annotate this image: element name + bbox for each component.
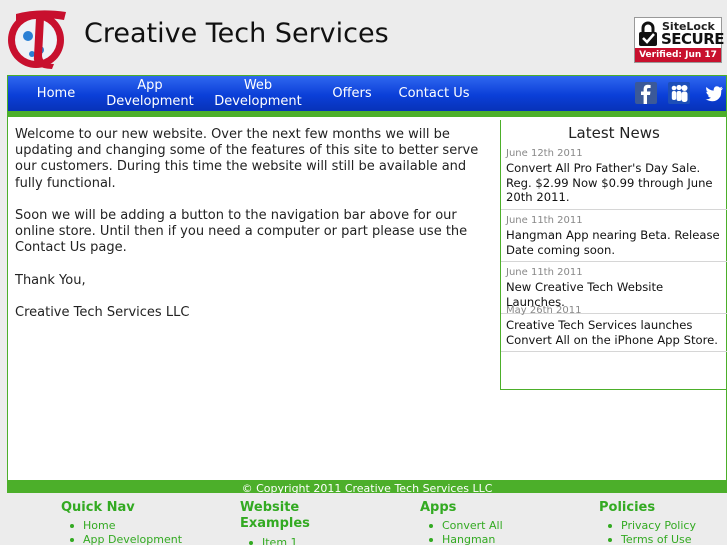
welcome-content: Welcome to our new website. Over the nex… <box>15 127 497 338</box>
news-item: June 12th 2011 Convert All Pro Father's … <box>501 147 727 210</box>
footer-column-website-examples: Website Examples Item 1 <box>240 500 360 545</box>
footer-link-terms-of-use[interactable]: Terms of Use <box>599 533 719 545</box>
nav-home[interactable]: Home <box>20 76 92 111</box>
footer-link-privacy-policy[interactable]: Privacy Policy <box>599 519 719 533</box>
nav-offers-label: Offers <box>332 85 372 101</box>
nav-web-development[interactable]: Web Development <box>208 76 308 111</box>
news-date: May 26th 2011 <box>506 305 582 316</box>
footer-column-title: Quick Nav <box>61 500 135 515</box>
welcome-paragraph: Welcome to our new website. Over the nex… <box>15 127 479 191</box>
footer-column-policies: Policies Privacy Policy Terms of Use <box>599 500 719 545</box>
nav-web-development-label: Web Development <box>214 77 302 109</box>
latest-news-panel: Latest News June 12th 2011 Convert All P… <box>500 120 727 390</box>
nav-home-label: Home <box>36 85 76 101</box>
copyright-bar: © Copyright 2011 Creative Tech Services … <box>7 480 727 493</box>
footer-link-app-development[interactable]: App Development <box>61 533 231 545</box>
site-title: Creative Tech Services <box>84 18 389 49</box>
thanks-paragraph: Thank You, <box>15 272 86 288</box>
news-date: June 11th 2011 <box>506 267 583 278</box>
footer-links: Convert All Hangman <box>420 519 590 545</box>
nav-offers[interactable]: Offers <box>320 76 384 111</box>
footer-column-title: Policies <box>599 500 656 515</box>
footer-column-apps: Apps Convert All Hangman <box>420 500 590 545</box>
news-date: June 11th 2011 <box>506 215 583 226</box>
store-paragraph: Soon we will be adding a button to the n… <box>15 208 468 256</box>
news-text: Hangman App nearing Beta. Release Date c… <box>501 228 727 262</box>
footer-column-title: Apps <box>420 500 457 515</box>
padlock-icon <box>639 21 657 46</box>
myspace-icon[interactable] <box>668 82 690 104</box>
nav-contact-us[interactable]: Contact Us <box>392 76 476 111</box>
footer-column-title: Website Examples <box>240 500 310 531</box>
footer-links: Item 1 <box>240 536 360 545</box>
nav-contact-label: Contact Us <box>398 85 470 101</box>
footer-links: Privacy Policy Terms of Use <box>599 519 719 545</box>
footer-column-quick-nav: Quick Nav Home App Development <box>61 500 231 545</box>
footer-link-convert-all[interactable]: Convert All <box>420 519 590 533</box>
twitter-icon[interactable] <box>703 82 725 104</box>
news-date: June 12th 2011 <box>506 148 583 159</box>
footer-link-home[interactable]: Home <box>61 519 231 533</box>
news-text: Creative Tech Services launches Convert … <box>501 318 727 352</box>
site-header: Creative Tech Services SiteLock SECURE V… <box>0 0 727 75</box>
sitelock-badge[interactable]: SiteLock SECURE Verified: Jun 17 <box>634 17 725 63</box>
facebook-icon[interactable] <box>635 82 657 104</box>
nav-app-development-label: App Development <box>106 77 194 109</box>
main-navigation: Home App Development Web Development Offer… <box>8 76 726 111</box>
footer-link-item-1[interactable]: Item 1 <box>240 536 360 545</box>
latest-news-title: Latest News <box>568 124 660 142</box>
site-logo[interactable] <box>6 6 70 70</box>
footer-link-hangman[interactable]: Hangman <box>420 533 590 545</box>
nav-app-development[interactable]: App Development <box>100 76 200 111</box>
signature-paragraph: Creative Tech Services LLC <box>15 305 190 321</box>
news-item: May 26th 2011 Creative Tech Services lau… <box>501 304 727 352</box>
news-text: Convert All Pro Father's Day Sale. Reg. … <box>501 161 727 210</box>
footer-links: Home App Development <box>61 519 231 545</box>
news-item: June 11th 2011 Hangman App nearing Beta.… <box>501 214 727 262</box>
nav-underline <box>8 111 726 117</box>
sitelock-verified: Verified: Jun 17 <box>635 48 721 62</box>
sitelock-secure: SECURE <box>661 30 725 48</box>
